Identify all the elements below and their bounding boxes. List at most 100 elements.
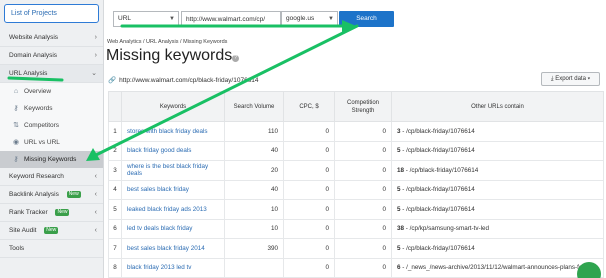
sidebar-item-label: Rank Tracker [9,209,48,216]
keyword-link[interactable]: best sales black friday [121,179,225,200]
other-urls-cell: 5 - /cp/black-friday/1076614 [391,238,604,259]
cpc-cell: 0 [283,218,335,239]
other-urls-cell: 6 - /_news_/news-archive/2013/11/12/walm… [391,257,604,278]
sidebar-item-site-audit[interactable]: Site Audit New ‹ [0,222,103,240]
page-title: Missing keywords [106,47,233,64]
sidebar-item-backlink-analysis[interactable]: Backlink Analysis New ‹ [0,186,103,204]
sidebar-item-tools[interactable]: Tools [0,240,103,258]
help-icon[interactable]: ? [232,55,239,62]
other-url-link[interactable]: - /cp/black-friday/1076614 [401,186,474,193]
column-header-competition[interactable]: Competition Strength [334,91,392,122]
sidebar-item-label: Competitors [24,122,60,129]
sidebar-item-label: URL Analysis [9,70,48,77]
url-count: 38 [397,225,405,233]
other-urls-cell: 5 - /cp/black-friday/1076614 [391,199,604,220]
sidebar-item-label: Keyword Research [9,173,64,180]
search-engine-select[interactable]: google.us ▼ [281,11,338,27]
search-volume-cell: 110 [224,121,284,142]
chevron-down-icon: ▼ [169,16,175,22]
url-input[interactable] [181,11,281,27]
column-header-keywords[interactable]: Keywords [121,91,225,122]
keyword-link[interactable]: black friday good deals [121,140,225,161]
other-url-link[interactable]: - /_news_/news-archive/2013/11/12/walmar… [401,264,582,271]
competitors-icon: ⇅ [13,122,19,129]
other-url-link[interactable]: - /cp/black-friday/1076614 [401,128,474,135]
keyword-link[interactable]: best sales black friday 2014 [121,238,225,259]
search-volume-cell: 10 [224,218,284,239]
competition-cell: 0 [334,140,392,161]
search-engine-value: google.us [286,15,315,22]
compare-icon: ◉ [12,139,20,146]
table-row: 5 leaked black friday ads 2013 10 0 0 5 - /cp… [108,199,604,220]
column-header-cpc[interactable]: CPC, $ [283,91,335,122]
search-button[interactable]: Search [339,11,394,27]
table-row: 1 stores with black friday deals 110 0 0 3 - … [108,121,604,142]
competition-cell: 0 [334,121,392,142]
column-header-search-volume[interactable]: Search Volume [224,91,284,122]
sidebar-item-label: URL vs URL [24,139,60,146]
chevron-left-icon: ‹ [94,227,97,234]
sidebar-item-overview[interactable]: ⌂ Overview [0,83,103,100]
other-url-link[interactable]: - /cp/black-friday/1076614 [404,167,478,174]
table-row: 4 best sales black friday 40 0 0 5 - /cp/blac… [108,179,604,200]
sidebar-item-url-analysis[interactable]: URL Analysis ⌄ [0,65,103,83]
competition-cell: 0 [334,218,392,239]
row-number: 4 [108,179,122,200]
other-url-link[interactable]: - /cp/kp/samsung-smart-tv-led [404,225,489,232]
export-data-button[interactable]: ⤓ Export data ▾ [541,72,600,86]
other-url-link[interactable]: - /cp/black-friday/1076614 [401,245,474,252]
row-number: 6 [108,218,122,239]
keyword-link[interactable]: where is the best black friday deals [121,160,225,181]
sidebar-item-keyword-research[interactable]: Keyword Research ‹ [0,168,103,186]
competition-cell: 0 [334,238,392,259]
sidebar-item-label: Domain Analysis [9,52,58,59]
row-number: 2 [108,140,122,161]
search-volume-cell: 40 [224,140,284,161]
sidebar-item-label: Website Analysis [9,34,59,41]
table-row: 6 led tv deals black friday 10 0 0 38 - /cp/k… [108,218,604,239]
competition-cell: 0 [334,179,392,200]
table-header-row: Keywords Search Volume CPC, $ Competitio… [108,91,604,122]
search-type-value: URL [118,15,132,22]
search-type-select[interactable]: URL ▼ [113,11,179,27]
key-icon: ⚷ [13,105,19,112]
column-header-other-urls: Other URLs contain [391,91,604,122]
chevron-right-icon: › [94,34,97,41]
sidebar-item-missing-keywords[interactable]: ⚷ Missing Keywords [0,151,103,168]
sidebar-item-label: Backlink Analysis [9,191,59,198]
missing-keywords-table: Keywords Search Volume CPC, $ Competitio… [108,91,604,278]
sidebar-item-label: Missing Keywords [24,156,77,163]
keyword-link[interactable]: black friday 2013 led tv [121,257,225,278]
row-number: 1 [108,121,122,142]
breadcrumb: Web Analytics / URL Analysis / Missing K… [107,39,228,45]
chevron-left-icon: ‹ [94,209,97,216]
sidebar-item-competitors[interactable]: ⇅ Competitors [0,117,103,134]
other-urls-cell: 5 - /cp/black-friday/1076614 [391,140,604,161]
other-urls-cell: 5 - /cp/black-friday/1076614 [391,179,604,200]
sidebar-item-domain-analysis[interactable]: Domain Analysis › [0,47,103,65]
download-icon: ⤓ [550,76,554,82]
search-volume-cell: 40 [224,179,284,200]
other-urls-cell: 38 - /cp/kp/samsung-smart-tv-led [391,218,604,239]
cpc-cell: 0 [283,140,335,161]
table-row: 8 black friday 2013 led tv 0 0 6 - /_news_/n… [108,257,604,278]
url-analysis-submenu: ⌂ Overview ⚷ Keywords ⇅ Competitors ◉ UR… [0,83,103,168]
sidebar-item-url-vs-url[interactable]: ◉ URL vs URL [0,134,103,151]
table-row: 7 best sales black friday 2014 390 0 0 5 - /c… [108,238,604,259]
keyword-link[interactable]: leaked black friday ads 2013 [121,199,225,220]
other-url-link[interactable]: - /cp/black-friday/1076614 [401,206,474,213]
sidebar-item-label: Tools [9,245,25,252]
keyword-link[interactable]: led tv deals black friday [121,218,225,239]
row-number: 7 [108,238,122,259]
export-label: Export data [555,76,586,82]
keyword-link[interactable]: stores with black friday deals [121,121,225,142]
missing-keywords-icon: ⚷ [13,156,19,163]
search-volume-cell [224,257,284,278]
cpc-cell: 0 [283,257,335,278]
list-of-projects-button[interactable]: List of Projects [4,4,99,23]
sidebar-item-rank-tracker[interactable]: Rank Tracker New ‹ [0,204,103,222]
sidebar-item-website-analysis[interactable]: Website Analysis › [0,29,103,47]
chevron-down-icon: ▼ [328,16,334,22]
sidebar-item-keywords[interactable]: ⚷ Keywords [0,100,103,117]
other-url-link[interactable]: - /cp/black-friday/1076614 [401,147,474,154]
